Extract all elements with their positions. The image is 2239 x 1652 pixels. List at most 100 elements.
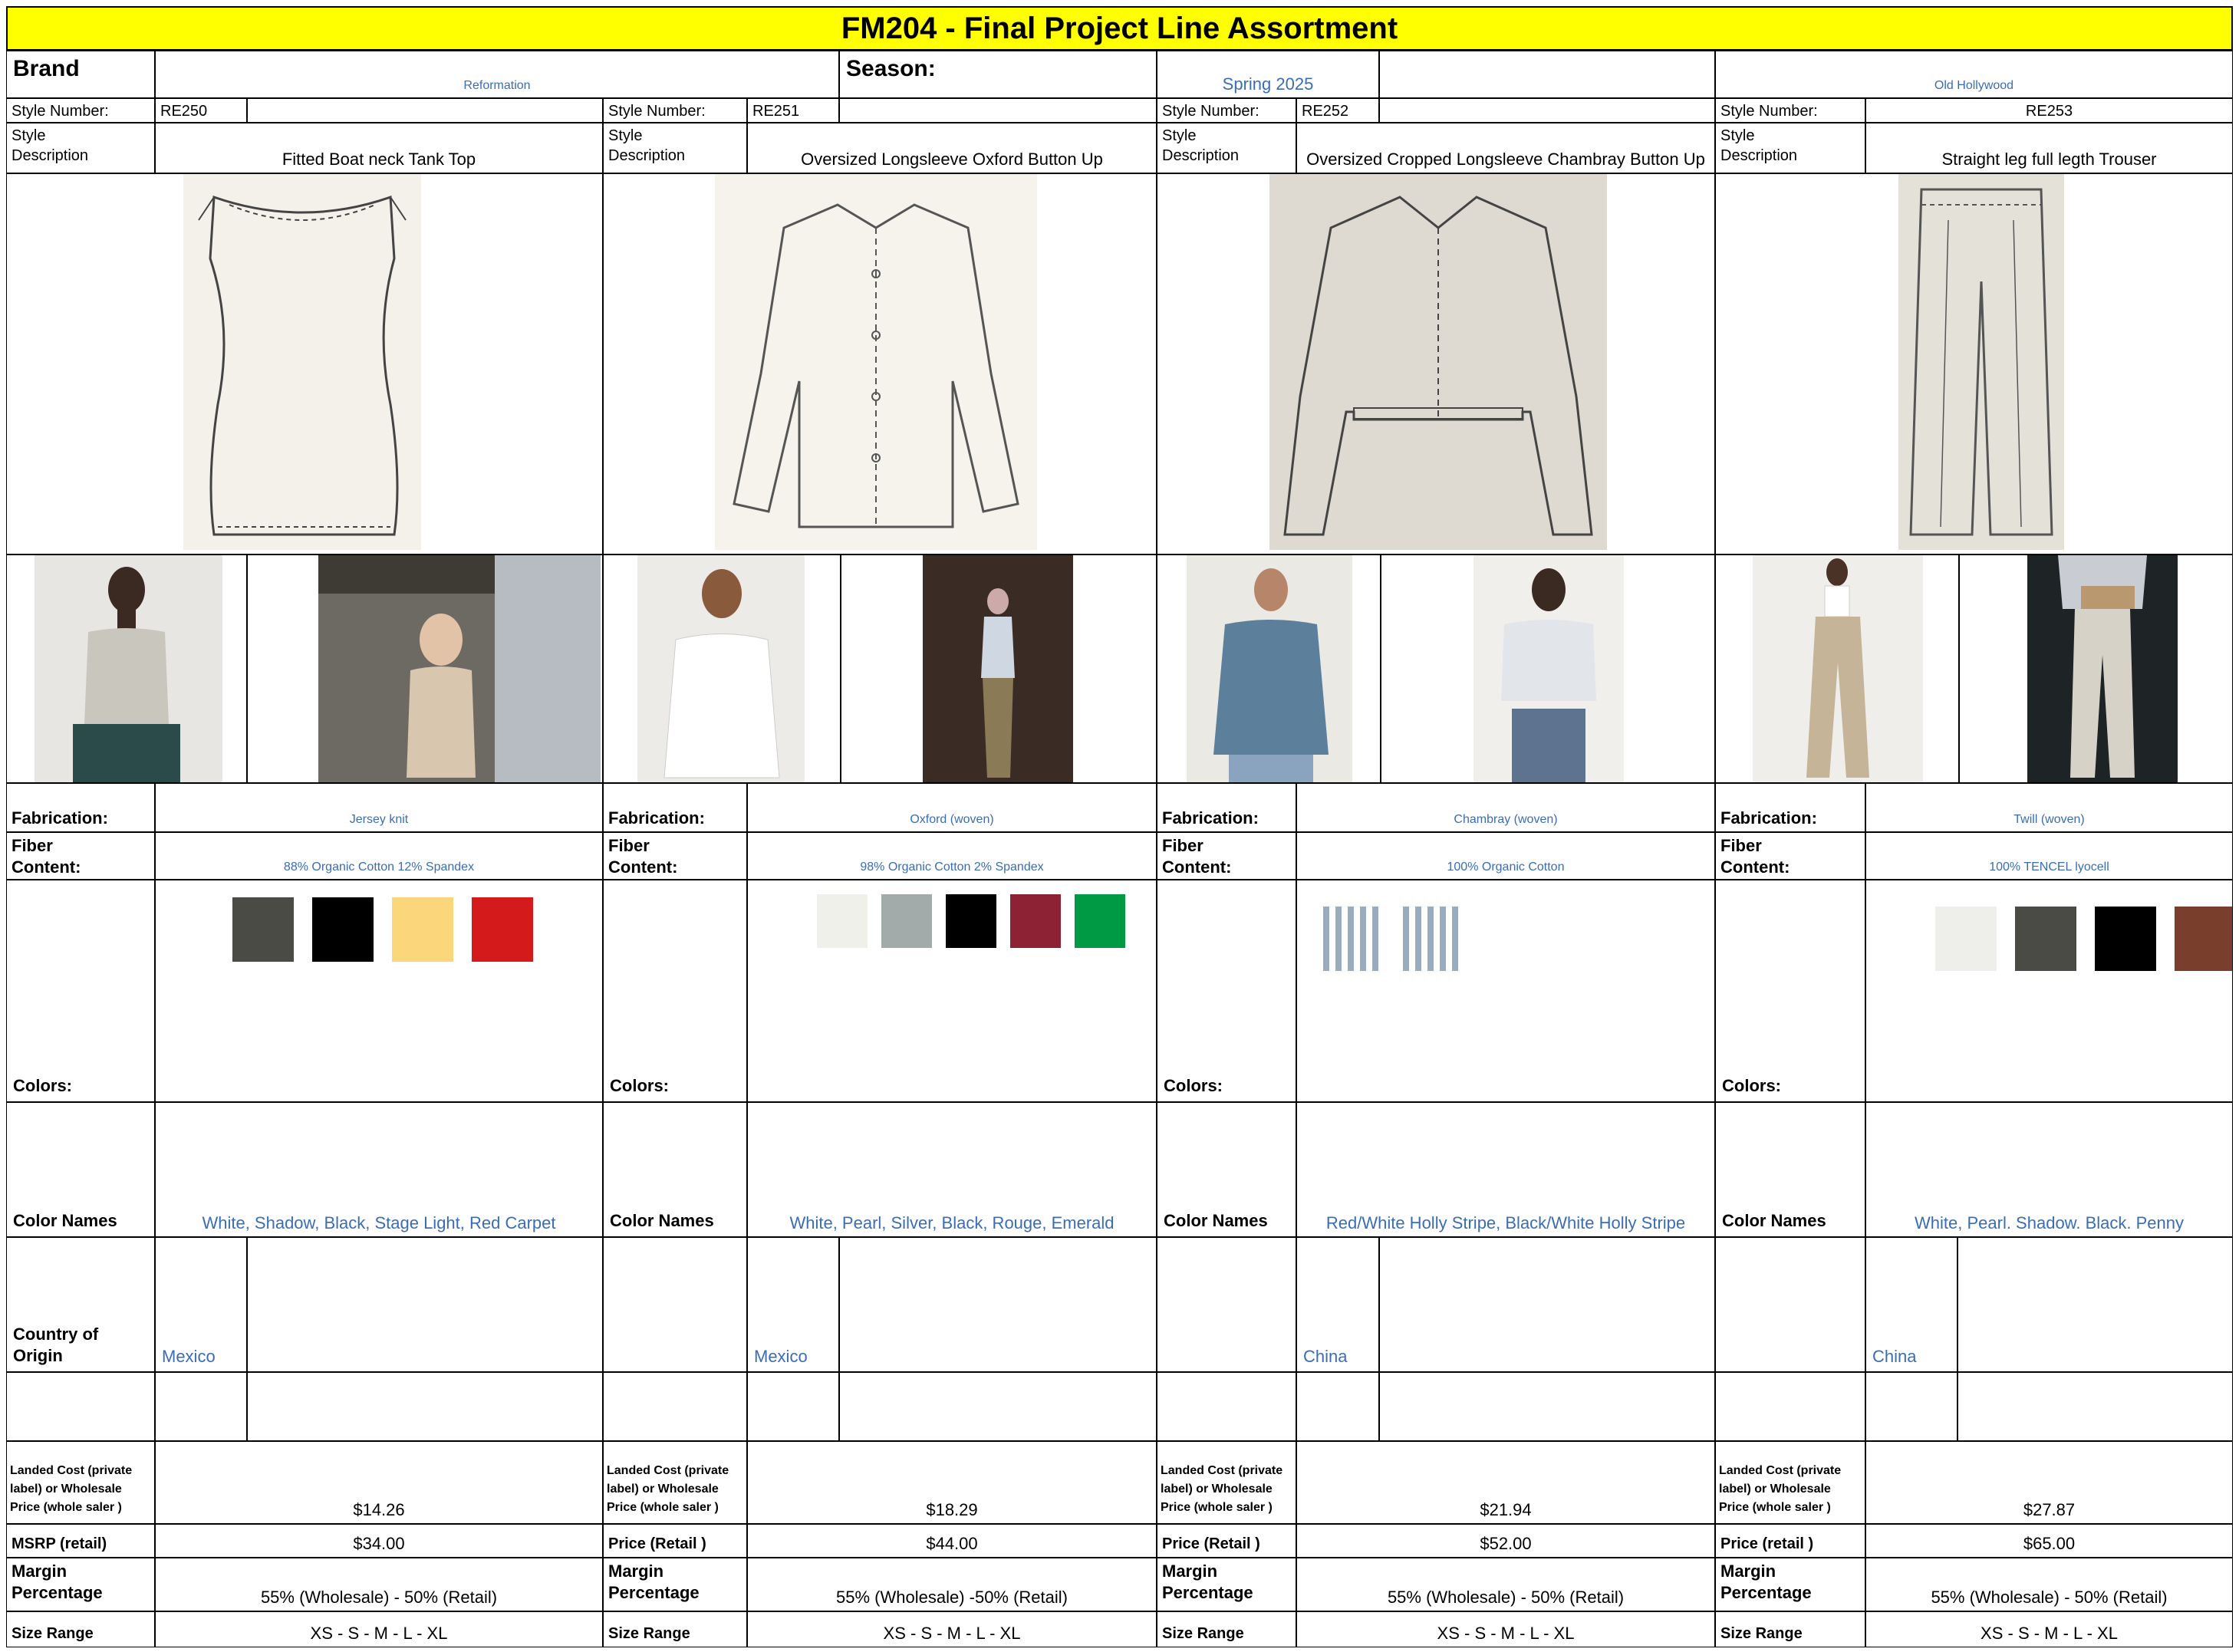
- oxford-shirt-sketch: [715, 174, 1037, 550]
- size-range-label: Size Range: [1157, 1611, 1296, 1647]
- size-range-value: XS - S - M - L - XL: [1865, 1611, 2233, 1647]
- blank-cell: [1865, 1372, 1957, 1441]
- label-line-1: Style: [1162, 127, 1197, 144]
- color-swatch: [1935, 907, 1997, 971]
- fabrication-value: Twill (woven): [1865, 783, 2233, 832]
- size-range-value: XS - S - M - L - XL: [1296, 1611, 1715, 1647]
- theme-value: Old Hollywood: [1715, 51, 2233, 98]
- label-line-2: Content:: [608, 857, 678, 877]
- landed-cost-value: $14.26: [155, 1441, 603, 1524]
- retail-value: $44.00: [747, 1524, 1157, 1558]
- retail-label: Price (Retail ): [603, 1524, 747, 1558]
- fiber-label: Fiber Content:: [603, 832, 747, 880]
- label-line-1: Margin: [1720, 1562, 1776, 1581]
- stripe-swatch-1: [1320, 907, 1385, 971]
- blank-cell: [247, 1372, 603, 1441]
- color-swatch: [946, 894, 996, 948]
- label-line-2: Percentage: [12, 1583, 103, 1602]
- style-number-label: Style Number:: [1157, 98, 1296, 123]
- sketch-cell: [1157, 173, 1715, 555]
- color-swatch: [2095, 907, 2156, 971]
- blank-cell: [247, 1237, 603, 1372]
- margin-label: Margin Percentage: [1715, 1558, 1865, 1611]
- size-range-label: Size Range: [1715, 1611, 1865, 1647]
- style-number-label: Style Number:: [1715, 98, 1865, 123]
- color-swatch: [2175, 907, 2232, 971]
- color-names-label: Color Names: [1157, 1102, 1296, 1237]
- model-photo-oxford: [637, 555, 805, 782]
- margin-label: Margin Percentage: [603, 1558, 747, 1611]
- blank-cell: [1715, 1372, 1865, 1441]
- swatch-cell-2: [1296, 880, 1715, 1102]
- margin-label: Margin Percentage: [1157, 1558, 1296, 1611]
- blank-cell: [155, 1372, 247, 1441]
- landed-cost-label: Landed Cost (private label) or Wholesale…: [1715, 1441, 1865, 1524]
- fiber-label: Fiber Content:: [6, 832, 155, 880]
- landed-cost-label: Landed Cost (private label) or Wholesale…: [603, 1441, 747, 1524]
- label-line-2: Content:: [1720, 857, 1790, 877]
- blank-cell: [1379, 98, 1715, 123]
- style-number-value: RE252: [1296, 98, 1379, 123]
- style-number-label: Style Number:: [6, 98, 155, 123]
- label-line-1: Fiber: [1720, 836, 1762, 855]
- blank-cell: [603, 1237, 747, 1372]
- blank-cell: [839, 98, 1157, 123]
- label-line-1: Fiber: [12, 836, 53, 855]
- color-names-value: White, Shadow, Black, Stage Light, Red C…: [155, 1102, 603, 1237]
- style-description-value: Fitted Boat neck Tank Top: [155, 123, 603, 173]
- margin-value: 55% (Wholesale) -50% (Retail): [747, 1558, 1157, 1611]
- country-label: Country of Origin: [6, 1237, 155, 1372]
- swatch-cell-1: [747, 880, 1157, 1102]
- style-description-value: Straight leg full legth Trouser: [1865, 123, 2233, 173]
- sheet-title: FM204 - Final Project Line Assortment: [6, 6, 2233, 51]
- style-description-label: Style Description: [6, 123, 155, 173]
- blank-cell: [6, 1372, 155, 1441]
- colors-label: Colors:: [1157, 880, 1296, 1102]
- color-names-label: Color Names: [6, 1102, 155, 1237]
- label-line-1: Margin: [12, 1562, 67, 1581]
- colors-label: Colors:: [6, 880, 155, 1102]
- fabrication-value: Jersey knit: [155, 783, 603, 832]
- color-names-value: Red/White Holly Stripe, Black/White Holl…: [1296, 1102, 1715, 1237]
- label-line-2: Content:: [1162, 857, 1232, 877]
- line-sheet: FM204 - Final Project Line Assortment Br…: [6, 6, 2233, 1647]
- retail-label: Price (retail ): [1715, 1524, 1865, 1558]
- fabrication-value: Oxford (woven): [747, 783, 1157, 832]
- model-photo-tank: [35, 555, 222, 782]
- label-line-1: Margin: [608, 1562, 664, 1581]
- margin-label: Margin Percentage: [6, 1558, 155, 1611]
- blank-cell: [1296, 1372, 1379, 1441]
- blank-cell: [1957, 1237, 2233, 1372]
- style-description-label: Style Description: [603, 123, 747, 173]
- size-range-label: Size Range: [6, 1611, 155, 1647]
- size-range-label: Size Range: [603, 1611, 747, 1647]
- landed-cost-value: $21.94: [1296, 1441, 1715, 1524]
- fabrication-label: Fabrication:: [1157, 783, 1296, 832]
- landed-cost-value: $18.29: [747, 1441, 1157, 1524]
- color-swatch: [817, 894, 868, 948]
- margin-value: 55% (Wholesale) - 50% (Retail): [1865, 1558, 2233, 1611]
- fabrication-label: Fabrication:: [603, 783, 747, 832]
- size-range-value: XS - S - M - L - XL: [747, 1611, 1157, 1647]
- blank-cell: [1715, 1237, 1865, 1372]
- style-description-value: Oversized Longsleeve Oxford Button Up: [747, 123, 1157, 173]
- label-line-1: Fiber: [1162, 836, 1203, 855]
- sketch-cell: [603, 173, 1157, 555]
- model-photo-chambray-cropped: [1473, 555, 1624, 782]
- season-label: Season:: [839, 51, 1157, 98]
- runway-photo-cell: [1959, 555, 2233, 783]
- country-value: China: [1296, 1237, 1379, 1372]
- country-value: China: [1865, 1237, 1957, 1372]
- margin-value: 55% (Wholesale) - 50% (Retail): [1296, 1558, 1715, 1611]
- stripe-swatch-2: [1400, 907, 1464, 971]
- model-photo-trouser: [1753, 555, 1923, 782]
- retail-label: Price (Retail ): [1157, 1524, 1296, 1558]
- fiber-label: Fiber Content:: [1157, 832, 1296, 880]
- model-photo-cell: [1381, 555, 1715, 783]
- msrp-label: MSRP (retail): [6, 1524, 155, 1558]
- model-photo-cell: [1157, 555, 1381, 783]
- margin-value: 55% (Wholesale) - 50% (Retail): [155, 1558, 603, 1611]
- blank-cell: [603, 1372, 747, 1441]
- size-range-value: XS - S - M - L - XL: [155, 1611, 603, 1647]
- country-value: Mexico: [747, 1237, 839, 1372]
